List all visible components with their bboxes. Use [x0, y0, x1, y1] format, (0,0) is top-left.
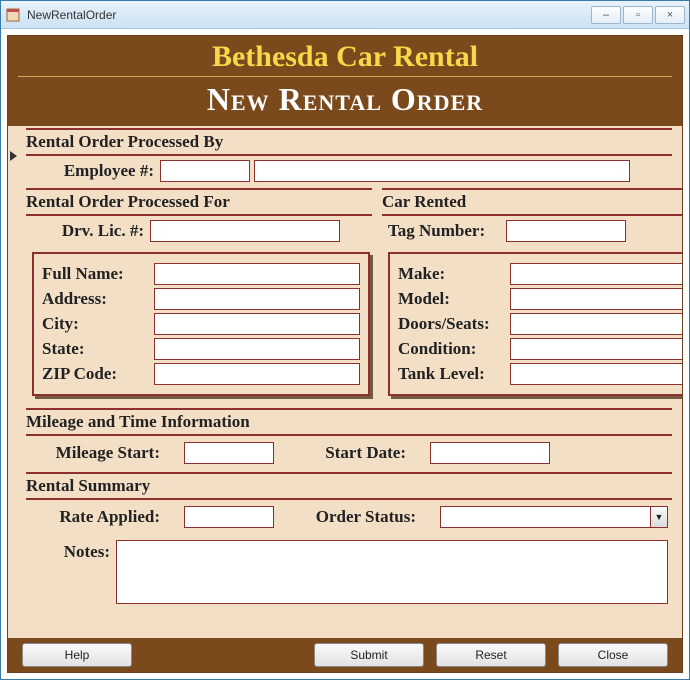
- doors-seats-label: Doors/Seats:: [398, 314, 510, 334]
- header-divider: [18, 76, 672, 77]
- drv-lic-input[interactable]: [150, 220, 340, 242]
- doors-seats-input[interactable]: [510, 313, 682, 335]
- section-processed-by: Rental Order Processed By: [26, 128, 672, 156]
- order-status-input[interactable]: [440, 506, 650, 528]
- close-window-button[interactable]: ×: [655, 6, 685, 24]
- chevron-down-icon[interactable]: ▼: [650, 506, 668, 528]
- rate-applied-label: Rate Applied:: [36, 507, 166, 527]
- order-status-label: Order Status:: [292, 507, 422, 527]
- form-container: Bethesda Car Rental New Rental Order Ren…: [7, 35, 683, 673]
- full-name-input[interactable]: [154, 263, 360, 285]
- state-label: State:: [42, 339, 154, 359]
- titlebar: NewRentalOrder – ▫ ×: [1, 1, 689, 29]
- employee-no-input[interactable]: [160, 160, 250, 182]
- form-footer: Help Submit Reset Close: [8, 638, 682, 672]
- address-input[interactable]: [154, 288, 360, 310]
- condition-input[interactable]: [510, 338, 682, 360]
- tank-level-combo[interactable]: ▼: [510, 363, 682, 385]
- start-date-label: Start Date:: [292, 443, 412, 463]
- record-selector-icon[interactable]: [8, 150, 20, 162]
- form-header: Bethesda Car Rental New Rental Order: [8, 36, 682, 126]
- mileage-start-input[interactable]: [184, 442, 274, 464]
- submit-button[interactable]: Submit: [314, 643, 424, 667]
- address-label: Address:: [42, 289, 154, 309]
- form-icon: [5, 7, 21, 23]
- tag-number-input[interactable]: [506, 220, 626, 242]
- employee-no-label: Employee #:: [36, 161, 160, 181]
- order-status-combo[interactable]: ▼: [440, 506, 668, 528]
- customer-box: Full Name: Address: City: State: ZIP Cod…: [32, 252, 370, 396]
- notes-label: Notes:: [30, 540, 116, 562]
- zip-input[interactable]: [154, 363, 360, 385]
- model-input[interactable]: [510, 288, 682, 310]
- start-date-input[interactable]: [430, 442, 550, 464]
- window-controls: – ▫ ×: [591, 6, 685, 24]
- close-button[interactable]: Close: [558, 643, 668, 667]
- section-mileage: Mileage and Time Information: [26, 408, 672, 436]
- mileage-start-label: Mileage Start:: [36, 443, 166, 463]
- tank-level-label: Tank Level:: [398, 364, 510, 384]
- make-label: Make:: [398, 264, 510, 284]
- company-title: Bethesda Car Rental: [18, 40, 672, 74]
- employee-name-input[interactable]: [254, 160, 630, 182]
- minimize-button[interactable]: –: [591, 6, 621, 24]
- tag-number-label: Tag Number:: [388, 221, 506, 241]
- drv-lic-label: Drv. Lic. #:: [32, 221, 150, 241]
- app-window: NewRentalOrder – ▫ × Bethesda Car Rental…: [0, 0, 690, 680]
- full-name-label: Full Name:: [42, 264, 154, 284]
- section-summary: Rental Summary: [26, 472, 672, 500]
- tank-level-input[interactable]: [510, 363, 682, 385]
- condition-combo[interactable]: ▼: [510, 338, 682, 360]
- form-title: New Rental Order: [18, 81, 672, 118]
- city-label: City:: [42, 314, 154, 334]
- section-processed-for: Rental Order Processed For: [26, 188, 372, 216]
- help-button[interactable]: Help: [22, 643, 132, 667]
- zip-label: ZIP Code:: [42, 364, 154, 384]
- window-title: NewRentalOrder: [27, 8, 591, 22]
- form-body: Rental Order Processed By Employee #: Re…: [8, 126, 682, 638]
- notes-input[interactable]: [116, 540, 668, 604]
- make-input[interactable]: [510, 263, 682, 285]
- state-input[interactable]: [154, 338, 360, 360]
- city-input[interactable]: [154, 313, 360, 335]
- client-area: Bethesda Car Rental New Rental Order Ren…: [1, 29, 689, 679]
- reset-button[interactable]: Reset: [436, 643, 546, 667]
- model-label: Model:: [398, 289, 510, 309]
- section-car-rented: Car Rented: [382, 188, 682, 216]
- maximize-button[interactable]: ▫: [623, 6, 653, 24]
- condition-label: Condition:: [398, 339, 510, 359]
- rate-applied-input[interactable]: [184, 506, 274, 528]
- car-box: Make: Model: Doors/Seats: Condition: ▼ T…: [388, 252, 682, 396]
